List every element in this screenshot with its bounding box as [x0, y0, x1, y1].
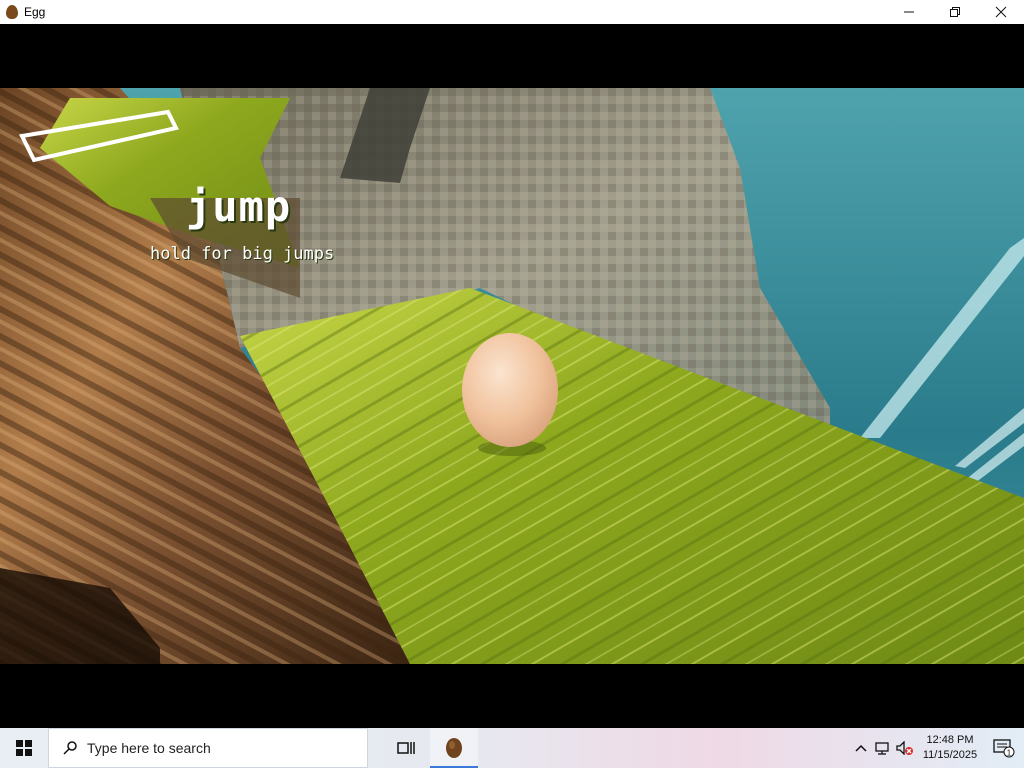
minimize-icon	[904, 11, 914, 13]
title-bar: Egg	[0, 0, 1024, 24]
window-title: Egg	[24, 5, 46, 19]
system-tray: 12:48 PM 11/15/2025 1	[850, 728, 1024, 768]
egg-player	[462, 333, 558, 447]
clock-time: 12:48 PM	[926, 734, 974, 746]
search-icon	[63, 741, 77, 755]
hud-action-label: jump	[186, 182, 292, 231]
hud-hint-label: hold for big jumps	[150, 244, 335, 264]
notification-icon: 1	[993, 739, 1015, 758]
chevron-up-icon	[855, 744, 867, 752]
task-view-icon	[397, 742, 415, 754]
start-button[interactable]	[0, 728, 48, 768]
maximize-button[interactable]	[932, 0, 978, 24]
close-button[interactable]	[978, 0, 1024, 24]
taskbar-clock[interactable]: 12:48 PM 11/15/2025	[916, 733, 984, 763]
search-placeholder: Type here to search	[87, 740, 211, 756]
notification-center-button[interactable]: 1	[984, 728, 1024, 768]
taskbar-egg-app[interactable]	[430, 728, 478, 768]
game-viewport[interactable]: jump hold for big jumps	[0, 88, 1024, 664]
network-button[interactable]	[872, 728, 894, 768]
letterbox-top	[0, 24, 1024, 88]
egg-app-icon	[6, 5, 18, 19]
window-controls	[886, 0, 1024, 24]
network-icon	[875, 742, 889, 755]
volume-muted-icon	[896, 741, 913, 755]
game-scene	[0, 88, 1024, 664]
tray-overflow-button[interactable]	[850, 728, 872, 768]
taskbar: Type here to search 12:48 PM 11/15/2025 …	[0, 728, 1024, 768]
search-box[interactable]: Type here to search	[48, 728, 368, 768]
maximize-icon	[950, 7, 960, 17]
task-view-button[interactable]	[382, 728, 430, 768]
egg-app-icon	[446, 738, 462, 758]
letterbox-bottom	[0, 664, 1024, 728]
clock-date: 11/15/2025	[922, 749, 978, 761]
close-icon	[995, 6, 1007, 18]
notification-count: 1	[1007, 749, 1012, 758]
minimize-button[interactable]	[886, 0, 932, 24]
volume-button[interactable]	[894, 728, 916, 768]
windows-start-icon	[16, 740, 32, 756]
